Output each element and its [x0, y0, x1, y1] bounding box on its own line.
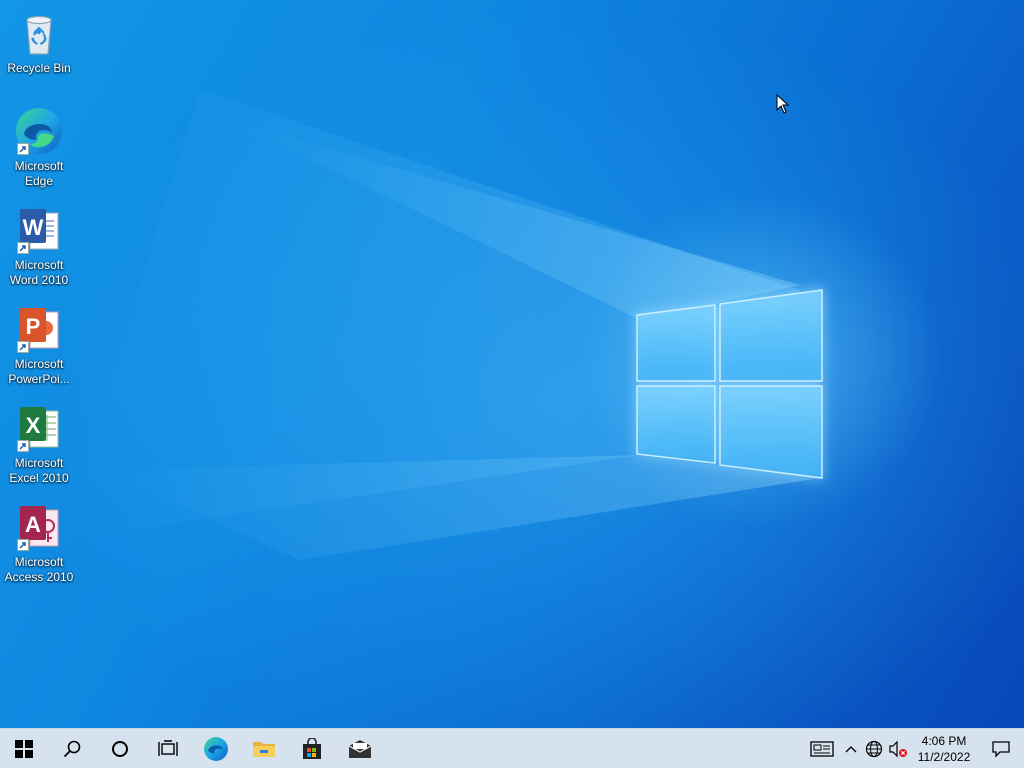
access-icon: A — [14, 502, 64, 552]
network-button[interactable] — [862, 729, 886, 768]
mail-icon — [348, 739, 372, 758]
news-widget-button[interactable] — [804, 729, 840, 768]
mouse-cursor-icon — [776, 94, 790, 114]
search-icon — [63, 740, 81, 757]
desktop-icon-recycle-bin[interactable]: Recycle Bin — [4, 8, 74, 76]
task-view-button[interactable] — [144, 729, 192, 768]
clock-time: 4:06 PM — [921, 734, 967, 748]
svg-text:P: P — [26, 314, 41, 339]
cortana-circle-icon — [112, 740, 128, 757]
desktop-icon-access-2010[interactable]: A Microsoft Access 2010 — [4, 502, 74, 585]
action-center-button[interactable] — [978, 729, 1024, 768]
task-view-icon — [158, 739, 178, 756]
desktop-icon-powerpoint-2010[interactable]: P Microsoft PowerPoi... — [4, 304, 74, 387]
folder-icon — [253, 741, 275, 757]
start-button[interactable] — [0, 729, 48, 768]
windows-logo-icon — [15, 739, 33, 758]
desktop-icon-label: Microsoft Excel 2010 — [9, 456, 69, 485]
volume-button[interactable] — [886, 729, 910, 768]
edge-icon — [14, 106, 64, 156]
svg-text:X: X — [26, 413, 41, 438]
taskbar: 4:06 PM 11/2/2022 — [0, 728, 1024, 768]
system-tray: 4:06 PM 11/2/2022 — [804, 729, 1024, 768]
store-bag-icon — [303, 737, 321, 759]
show-hidden-icons-button[interactable] — [840, 729, 862, 768]
shortcut-arrow-icon — [17, 539, 29, 551]
shortcut-arrow-icon — [17, 242, 29, 254]
word-icon: W — [14, 205, 64, 255]
powerpoint-icon: P — [14, 304, 64, 354]
desktop-wallpaper[interactable]: Recycle Bin Microsoft Edge W Microsoft W… — [0, 0, 1024, 728]
desktop-icon-label: Microsoft PowerPoi... — [8, 357, 70, 386]
desktop-icon-word-2010[interactable]: W Microsoft Word 2010 — [4, 205, 74, 288]
desktop-icon-microsoft-edge[interactable]: Microsoft Edge — [4, 106, 74, 189]
desktop-icon-label: Microsoft Edge — [14, 159, 64, 188]
shortcut-arrow-icon — [17, 143, 29, 155]
desktop-icon-label: Recycle Bin — [7, 61, 71, 75]
mail-button[interactable] — [336, 729, 384, 768]
shortcut-arrow-icon — [17, 440, 29, 452]
clock-date: 11/2/2022 — [917, 750, 971, 764]
desktop-icon-label: Microsoft Word 2010 — [9, 258, 69, 287]
search-button[interactable] — [48, 729, 96, 768]
recycle-bin-icon — [14, 8, 64, 58]
cortana-button[interactable] — [96, 729, 144, 768]
desktop-icon-label: Microsoft Access 2010 — [4, 555, 74, 584]
file-explorer-button[interactable] — [240, 729, 288, 768]
clock-button[interactable]: 4:06 PM 11/2/2022 — [910, 729, 978, 768]
desktop-icon-excel-2010[interactable]: X Microsoft Excel 2010 — [4, 403, 74, 486]
globe-network-icon — [865, 740, 883, 758]
svg-text:W: W — [23, 215, 44, 240]
excel-icon: X — [14, 403, 64, 453]
speaker-muted-icon — [889, 740, 907, 758]
wallpaper-windows-logo — [636, 289, 823, 479]
notification-icon — [992, 741, 1010, 758]
taskbar-edge-button[interactable] — [192, 729, 240, 768]
edge-icon — [204, 736, 228, 761]
store-button[interactable] — [288, 729, 336, 768]
shortcut-arrow-icon — [17, 341, 29, 353]
svg-text:A: A — [25, 512, 41, 537]
chevron-up-icon — [845, 746, 857, 753]
news-icon — [810, 741, 834, 757]
